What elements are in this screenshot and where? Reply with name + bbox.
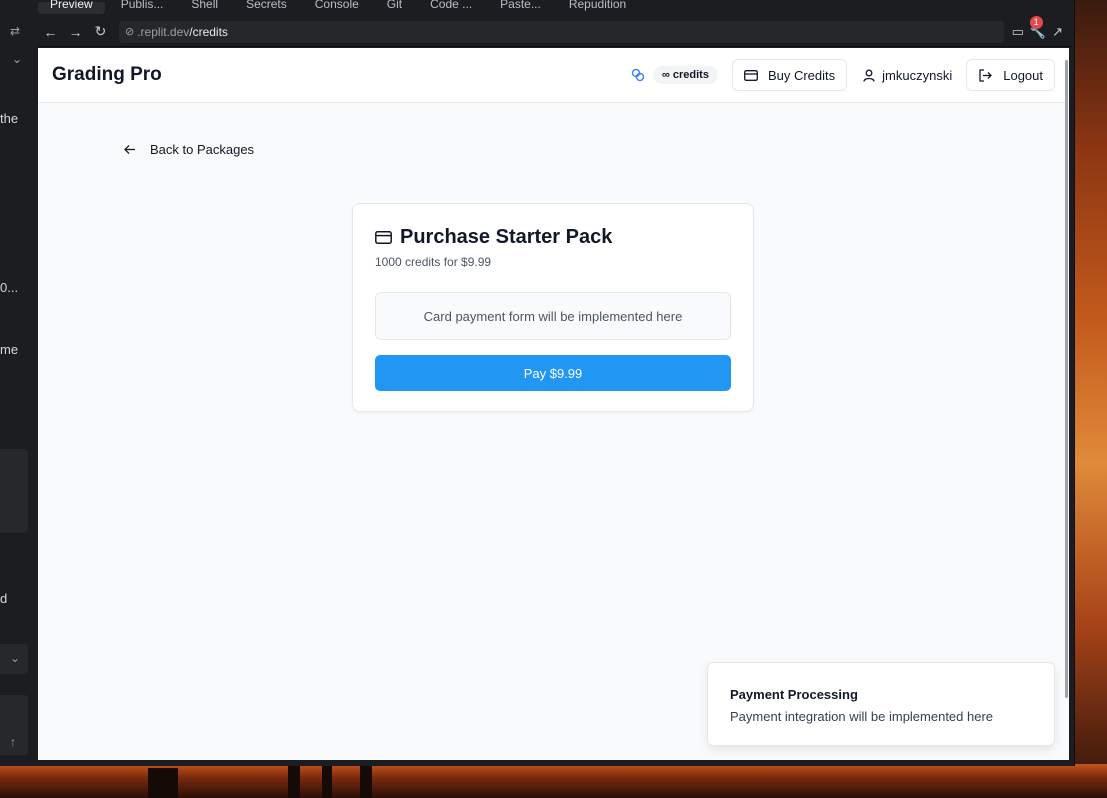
- card-header: Purchase Starter Pack: [375, 226, 731, 249]
- logout-button[interactable]: Logout: [966, 59, 1055, 91]
- panel-text: me: [0, 342, 19, 357]
- arrow-up-icon[interactable]: ↑: [10, 735, 16, 749]
- buy-credits-button[interactable]: Buy Credits: [731, 59, 848, 91]
- panel-card: [0, 449, 28, 533]
- tab-code[interactable]: Code ...: [418, 0, 484, 14]
- toast-title: Payment Processing: [730, 687, 858, 702]
- notification-badge: 1: [1029, 15, 1043, 29]
- palm-silhouette: [288, 764, 300, 798]
- tab-preview[interactable]: Preview: [38, 0, 105, 14]
- tab-secrets[interactable]: Secrets: [234, 0, 299, 14]
- wallpaper-horizon: [0, 764, 1107, 798]
- chat-input[interactable]: ↑: [0, 695, 28, 755]
- link-icon: ⊘: [125, 26, 135, 38]
- external-link-icon[interactable]: ↗: [1052, 24, 1063, 40]
- credit-card-icon: [744, 69, 758, 81]
- logout-label: Logout: [1003, 67, 1043, 83]
- url-domain: .replit.dev: [137, 24, 190, 39]
- panel-dropdown[interactable]: ⌄: [0, 644, 28, 674]
- purchase-card: Purchase Starter Pack 1000 credits for $…: [352, 203, 754, 412]
- devices-icon[interactable]: ▭: [1012, 24, 1024, 40]
- app-header: Grading Pro ∞ credits Buy Credits jmkucz…: [38, 48, 1069, 103]
- chevron-down-icon[interactable]: ⌄: [12, 52, 22, 66]
- back-label: Back to Packages: [150, 142, 255, 157]
- tab-shell[interactable]: Shell: [179, 0, 230, 14]
- ide-window: Preview Publis... Shell Secrets Console …: [0, 0, 1075, 766]
- tab-repudition[interactable]: Repudition: [557, 0, 638, 14]
- panel-text: the: [0, 111, 19, 126]
- user-icon: [863, 69, 875, 82]
- url-field[interactable]: ⊘ .replit.dev/credits: [119, 20, 1004, 43]
- palm-silhouette: [360, 764, 372, 798]
- palm-silhouette: [322, 764, 332, 798]
- url-path: /credits: [189, 24, 228, 39]
- reload-icon[interactable]: ↻: [88, 23, 113, 40]
- buy-credits-label: Buy Credits: [767, 67, 836, 83]
- panel-text: 0...: [0, 280, 19, 295]
- tab-console[interactable]: Console: [303, 0, 371, 14]
- credit-card-icon: [375, 231, 392, 244]
- forward-arrow-icon[interactable]: →: [63, 24, 88, 40]
- scrollbar[interactable]: [1065, 60, 1068, 698]
- credits-badge: ∞ credits: [652, 66, 718, 84]
- coins-icon: [631, 68, 645, 82]
- tab-publish[interactable]: Publis...: [109, 0, 176, 14]
- back-to-packages-link[interactable]: Back to Packages: [124, 142, 254, 157]
- toast-description: Payment integration will be implemented …: [730, 709, 994, 724]
- preview-tools: ▭ 🔧 1 ↗: [1004, 15, 1071, 40]
- panel-text: d: [0, 591, 8, 606]
- brand-title: Grading Pro: [52, 64, 162, 85]
- username: jmkuczynski: [882, 67, 953, 83]
- palm-silhouette: [148, 768, 178, 798]
- preview-viewport: Grading Pro ∞ credits Buy Credits jmkucz…: [38, 48, 1069, 760]
- card-subtitle: 1000 credits for $9.99: [375, 255, 492, 269]
- ide-tab-bar: Preview Publis... Shell Secrets Console …: [38, 0, 1074, 14]
- arrow-left-icon: [124, 144, 136, 155]
- pay-button[interactable]: Pay $9.99: [375, 355, 731, 391]
- toast-notification: Payment Processing Payment integration w…: [707, 662, 1055, 746]
- payment-form-placeholder: Card payment form will be implemented he…: [375, 292, 731, 340]
- logout-icon: [978, 68, 993, 82]
- share-icon[interactable]: ⇄: [10, 24, 20, 38]
- back-arrow-icon[interactable]: ←: [38, 24, 63, 40]
- card-title: Purchase Starter Pack: [400, 226, 613, 248]
- tab-paste[interactable]: Paste...: [488, 0, 553, 14]
- tab-git[interactable]: Git: [375, 0, 414, 14]
- user-menu[interactable]: jmkuczynski: [863, 68, 952, 83]
- chevron-down-icon: ⌄: [10, 651, 21, 665]
- agent-panel: ⇄ ⌄ the 0... me d ⌄ ↑: [0, 14, 37, 766]
- preview-url-bar: ← → ↻ ⊘ .replit.dev/credits ▭ 🔧 1 ↗: [38, 15, 1071, 47]
